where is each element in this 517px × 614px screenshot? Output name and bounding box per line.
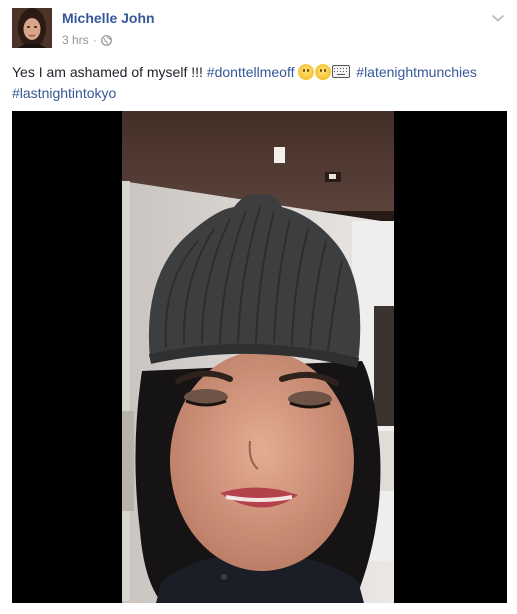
keyboard-icon [332, 65, 351, 78]
hashtag-link[interactable]: #latenightmunchies [356, 64, 477, 80]
smiling-face-icon [315, 64, 332, 80]
post-timestamp[interactable]: 3 hrs [62, 33, 89, 47]
video-player[interactable] [12, 111, 507, 603]
avatar[interactable] [12, 8, 52, 48]
author-name[interactable]: Michelle John [62, 10, 155, 26]
post-text: Yes I am ashamed of myself !!! #donttell… [12, 62, 507, 104]
post-message: Yes I am ashamed of myself !!! [12, 64, 207, 80]
grinning-face-icon [298, 64, 315, 80]
hashtag-link[interactable]: #donttellmeoff [207, 64, 295, 80]
post-meta: 3 hrs · [62, 33, 112, 47]
hashtag-link[interactable]: #lastnightintokyo [12, 85, 116, 101]
meta-separator: · [92, 33, 97, 47]
feed-post: Michelle John 3 hrs · Yes I am ashamed o… [0, 0, 517, 614]
globe-icon[interactable] [100, 34, 112, 46]
chevron-down-icon[interactable] [491, 10, 505, 22]
video-frame [122, 111, 394, 603]
